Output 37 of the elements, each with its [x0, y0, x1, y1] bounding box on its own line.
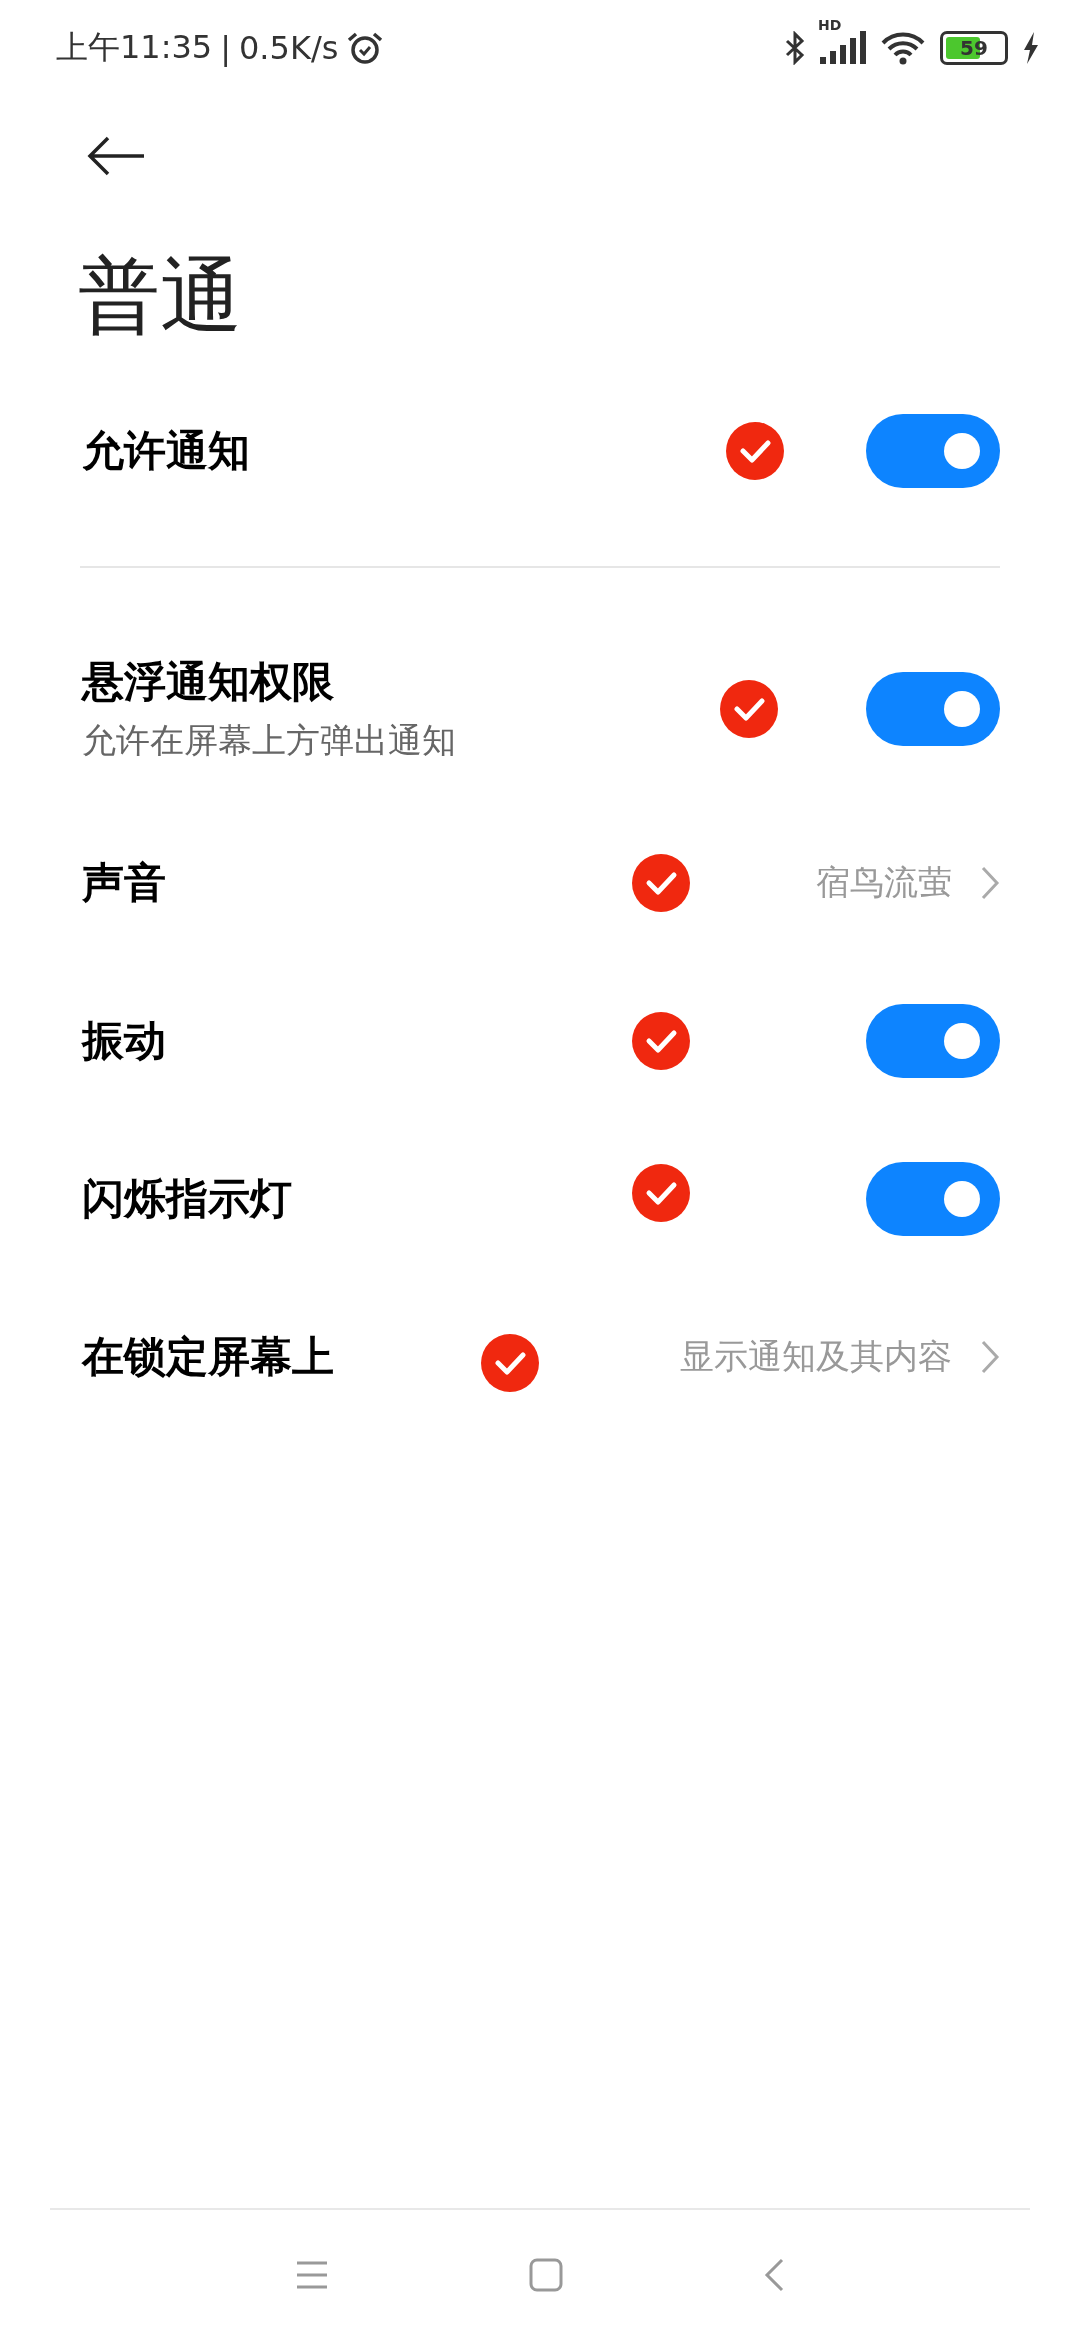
setting-row[interactable]: 在锁定屏幕上 显示通知及其内容 — [0, 1278, 1080, 1436]
status-time: 上午11:35 — [56, 27, 213, 68]
check-mark-icon — [726, 422, 784, 480]
home-square-icon[interactable] — [529, 2258, 563, 2292]
setting-label: 振动 — [82, 1015, 166, 1067]
charging-icon — [1022, 32, 1040, 64]
setting-description: 允许在屏幕上方弹出通知 — [82, 719, 456, 762]
setting-row[interactable]: 悬浮通知权限 允许在屏幕上方弹出通知 — [0, 614, 1080, 804]
setting-label: 允许通知 — [82, 425, 250, 477]
bluetooth-icon — [784, 31, 806, 65]
signal-icon — [820, 31, 866, 65]
setting-value: 宿鸟流萤 — [816, 861, 952, 904]
network-speed: 0.5K/s — [239, 29, 339, 67]
setting-row[interactable]: 闪烁指示灯 — [0, 1120, 1080, 1278]
setting-value: 显示通知及其内容 — [680, 1335, 952, 1378]
setting-row[interactable]: 振动 — [0, 962, 1080, 1120]
chevron-right-icon — [980, 1339, 1000, 1375]
check-mark-icon — [481, 1334, 539, 1392]
back-arrow-icon[interactable] — [86, 136, 146, 176]
setting-label: 在锁定屏幕上 — [82, 1331, 334, 1383]
setting-label: 声音 — [82, 857, 166, 909]
status-separator: | — [220, 29, 231, 67]
network-type-label: HD — [818, 17, 842, 33]
check-mark-icon — [632, 1164, 690, 1222]
alarm-clock-icon — [346, 31, 385, 65]
chevron-right-icon — [980, 865, 1000, 901]
setting-label: 悬浮通知权限 — [82, 656, 335, 708]
wifi-icon — [880, 31, 926, 65]
check-mark-icon — [632, 1012, 690, 1070]
setting-label: 闪烁指示灯 — [82, 1173, 292, 1225]
back-chevron-icon[interactable] — [763, 2258, 785, 2292]
page-title: 普通 — [78, 247, 243, 345]
check-mark-icon — [720, 680, 778, 738]
setting-row[interactable]: 允许通知 — [0, 376, 1080, 526]
menu-icon[interactable] — [295, 2260, 329, 2290]
check-mark-icon — [632, 854, 690, 912]
setting-row[interactable]: 声音 宿鸟流萤 — [0, 804, 1080, 962]
